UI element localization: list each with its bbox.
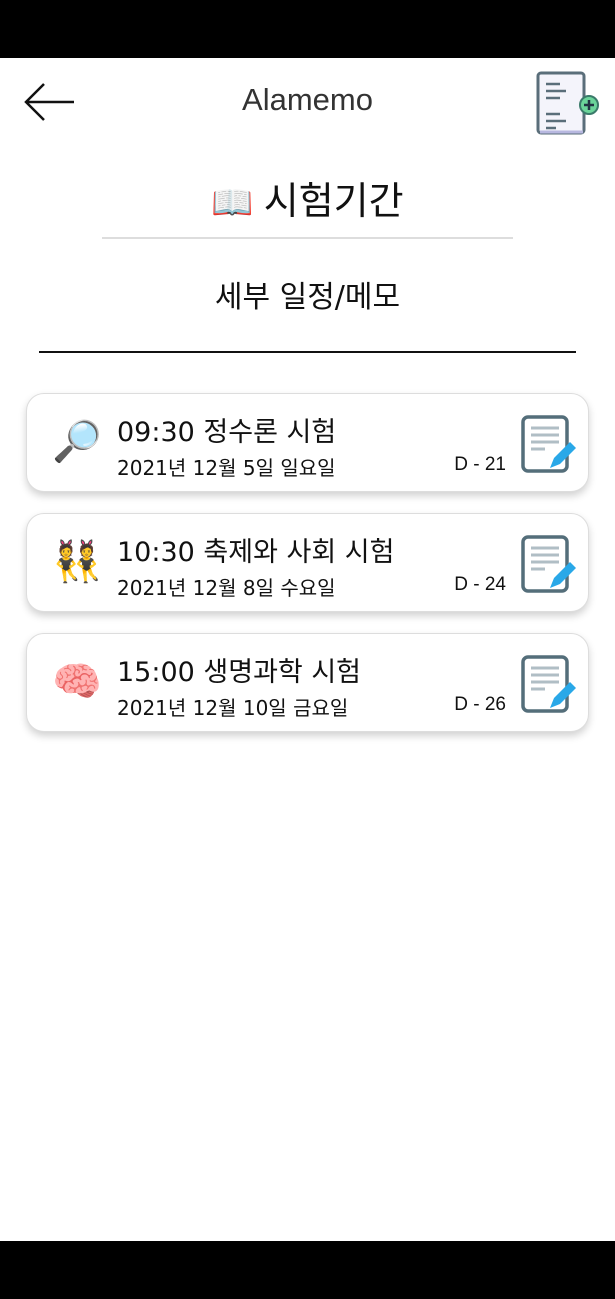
status-bar — [0, 0, 615, 58]
section-subtitle: 세부 일정/메모 — [214, 280, 401, 315]
d-day-counter: D - 26 — [454, 694, 506, 715]
edit-memo-icon[interactable] — [520, 654, 578, 714]
edit-memo-icon[interactable] — [520, 414, 578, 474]
dancers-icon: 👯 — [52, 539, 102, 585]
schedule-date: 2021년 12월 5일 일요일 — [117, 456, 336, 480]
edit-memo-icon[interactable] — [520, 534, 578, 594]
schedule-card[interactable]: 🔎 09:30 정수론 시험 2021년 12월 5일 일요일 D - 21 — [26, 393, 589, 492]
schedule-title: 15:00 생명과학 시험 — [117, 657, 362, 688]
page-title-text: 시험기간 — [263, 179, 404, 223]
magnifier-icon: 🔎 — [52, 419, 102, 465]
add-memo-icon[interactable] — [533, 68, 601, 136]
app-title: Alamemo — [242, 82, 373, 117]
divider — [102, 237, 513, 239]
d-day-counter: D - 21 — [454, 454, 506, 475]
schedule-date: 2021년 12월 10일 금요일 — [117, 696, 349, 720]
brain-icon: 🧠 — [52, 659, 102, 705]
divider — [39, 351, 576, 353]
schedule-card[interactable]: 👯 10:30 축제와 사회 시험 2021년 12월 8일 수요일 D - 2… — [26, 513, 589, 612]
schedule-date: 2021년 12월 8일 수요일 — [117, 576, 336, 600]
schedule-title: 10:30 축제와 사회 시험 — [117, 537, 395, 568]
open-book-icon: 📖 — [211, 183, 254, 223]
schedule-card[interactable]: 🧠 15:00 생명과학 시험 2021년 12월 10일 금요일 D - 26 — [26, 633, 589, 732]
page-title: 📖 시험기간 — [0, 170, 615, 225]
d-day-counter: D - 24 — [454, 574, 506, 595]
schedule-title: 09:30 정수론 시험 — [117, 417, 337, 448]
navigation-bar — [0, 1241, 615, 1299]
